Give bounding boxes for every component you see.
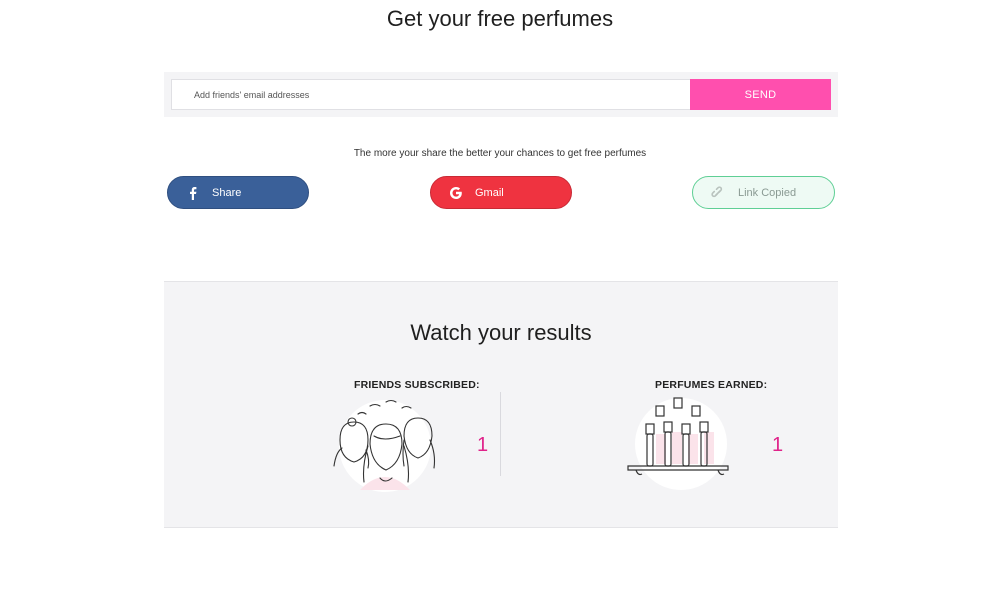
facebook-icon <box>190 187 197 200</box>
perfumes-illustration <box>627 397 729 490</box>
page-title: Get your free perfumes <box>386 6 614 31</box>
copy-link-label: Link Copied <box>738 187 797 199</box>
gmail-share-button[interactable]: Gmail <box>430 176 572 209</box>
facebook-share-button[interactable]: Share <box>167 176 309 209</box>
perfumes-earned-value: 1 <box>772 434 784 456</box>
email-input[interactable] <box>171 79 691 110</box>
copy-link-button[interactable]: Link Copied <box>692 176 835 209</box>
results-divider <box>500 392 501 476</box>
google-icon <box>450 187 462 199</box>
results-title: Watch your results <box>410 320 592 345</box>
friends-illustration <box>333 399 436 492</box>
facebook-share-label: Share <box>212 187 242 199</box>
results-panel: Watch your results FRIENDS SUBSCRIBED: 1… <box>164 281 838 528</box>
send-button[interactable]: SEND <box>690 79 831 110</box>
friends-subscribed-value: 1 <box>477 434 489 456</box>
friends-subscribed-label: FRIENDS SUBSCRIBED: <box>354 379 480 391</box>
invite-bar: SEND <box>164 72 838 117</box>
share-hint: The more your share the better your chan… <box>353 148 647 159</box>
perfumes-earned-label: PERFUMES EARNED: <box>655 379 768 391</box>
link-icon <box>711 186 723 198</box>
gmail-share-label: Gmail <box>475 187 504 199</box>
